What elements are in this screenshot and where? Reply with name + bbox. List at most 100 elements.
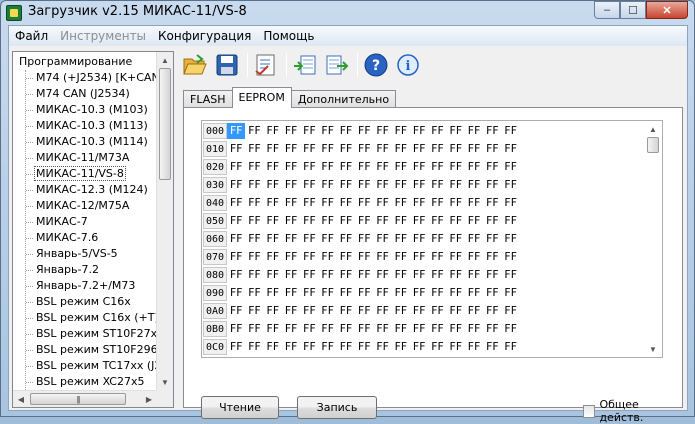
hex-byte-cell[interactable]: FF (282, 339, 300, 355)
hex-byte-cell[interactable]: FF (501, 321, 519, 337)
hex-byte-cell[interactable]: FF (410, 339, 428, 355)
hex-byte-cell[interactable]: FF (447, 267, 465, 283)
hex-byte-cell[interactable]: FF (355, 249, 373, 265)
hex-byte-cell[interactable]: FF (318, 285, 336, 301)
hex-byte-cell[interactable]: FF (264, 123, 282, 139)
hex-byte-cell[interactable]: FF (410, 267, 428, 283)
tab-additional[interactable]: Дополнительно (290, 90, 397, 108)
help-icon[interactable]: ? (362, 51, 390, 79)
tree-item[interactable]: BSL режим ST10F296 (25, 342, 158, 358)
hex-byte-cell[interactable]: FF (264, 339, 282, 355)
hex-byte-cell[interactable]: FF (428, 123, 446, 139)
hex-byte-cell[interactable]: FF (337, 159, 355, 175)
scroll-right-arrow-icon[interactable]: ▶ (141, 391, 157, 407)
hex-byte-cell[interactable]: FF (300, 231, 318, 247)
hex-byte-cell[interactable]: FF (410, 177, 428, 193)
hex-byte-cell[interactable]: FF (245, 123, 263, 139)
info-icon[interactable]: i (394, 51, 422, 79)
hex-byte-cell[interactable]: FF (227, 267, 245, 283)
hex-byte-cell[interactable]: FF (227, 339, 245, 355)
scroll-left-arrow-icon[interactable]: ◀ (13, 391, 29, 407)
hex-byte-cell[interactable]: FF (227, 195, 245, 211)
common-action-checkbox[interactable] (583, 404, 596, 418)
hex-byte-cell[interactable]: FF (483, 249, 501, 265)
hex-byte-cell[interactable]: FF (227, 213, 245, 229)
hex-byte-cell[interactable]: FF (264, 321, 282, 337)
open-folder-icon[interactable] (181, 51, 209, 79)
hex-byte-cell[interactable]: FF (428, 249, 446, 265)
hex-byte-cell[interactable]: FF (245, 267, 263, 283)
tree-item[interactable]: Январь-7.2 (25, 262, 101, 278)
hex-byte-cell[interactable]: FF (447, 123, 465, 139)
hex-byte-cell[interactable]: FF (501, 123, 519, 139)
hex-byte-cell[interactable]: FF (410, 231, 428, 247)
hex-byte-cell[interactable]: FF (501, 267, 519, 283)
hex-byte-cell[interactable]: FF (318, 267, 336, 283)
common-action-option[interactable]: Общее действ. (583, 398, 682, 424)
hex-byte-cell[interactable]: FF (318, 159, 336, 175)
close-button[interactable]: ✕ (646, 1, 688, 19)
hex-byte-cell[interactable]: FF (465, 321, 483, 337)
hex-byte-cell[interactable]: FF (300, 195, 318, 211)
hex-byte-cell[interactable]: FF (392, 177, 410, 193)
hex-byte-cell[interactable]: FF (337, 249, 355, 265)
hex-byte-cell[interactable]: FF (264, 141, 282, 157)
tree-item[interactable]: BSL режим ST10F27x (25, 326, 158, 342)
hex-byte-cell[interactable]: FF (410, 303, 428, 319)
hex-byte-cell[interactable]: FF (428, 339, 446, 355)
hex-byte-cell[interactable]: FF (355, 213, 373, 229)
hex-vertical-scrollbar[interactable]: ▲ ▼ (645, 121, 662, 357)
hex-byte-cell[interactable]: FF (245, 249, 263, 265)
scroll-up-arrow-icon[interactable]: ▲ (645, 121, 661, 137)
tree-item[interactable]: M74 (+J2534) [K+CAN] (25, 70, 158, 86)
hex-byte-cell[interactable]: FF (245, 195, 263, 211)
hex-byte-cell[interactable]: FF (300, 213, 318, 229)
hex-byte-cell[interactable]: FF (245, 321, 263, 337)
menu-tools[interactable]: Инструменты (54, 26, 152, 46)
hex-byte-cell[interactable]: FF (373, 321, 391, 337)
hex-byte-cell[interactable]: FF (318, 177, 336, 193)
hex-byte-cell[interactable]: FF (264, 303, 282, 319)
tree-item[interactable]: Январь-5/VS-5 (25, 246, 120, 262)
tree-item[interactable]: МИКАС-10.3 (M103) (25, 102, 150, 118)
hex-byte-cell[interactable]: FF (501, 285, 519, 301)
tab-flash[interactable]: FLASH (183, 90, 233, 108)
hex-byte-cell[interactable]: FF (282, 177, 300, 193)
hex-byte-cell[interactable]: FF (410, 321, 428, 337)
hex-byte-cell[interactable]: FF (264, 231, 282, 247)
hex-byte-cell[interactable]: FF (373, 339, 391, 355)
hex-byte-cell[interactable]: FF (300, 339, 318, 355)
hex-byte-cell[interactable]: FF (264, 267, 282, 283)
hex-byte-cell[interactable]: FF (428, 195, 446, 211)
tree-item[interactable]: BSL режим XC27x5 (25, 374, 147, 390)
hex-byte-cell[interactable]: FF (227, 249, 245, 265)
hex-byte-cell[interactable]: FF (355, 285, 373, 301)
hex-byte-cell[interactable]: FF (392, 231, 410, 247)
hex-byte-cell[interactable]: FF (447, 231, 465, 247)
hex-byte-cell[interactable]: FF (318, 303, 336, 319)
hex-byte-cell[interactable]: FF (483, 177, 501, 193)
hex-byte-cell[interactable]: FF (483, 231, 501, 247)
menu-file[interactable]: Файл (9, 26, 54, 46)
hex-byte-cell[interactable]: FF (300, 249, 318, 265)
hex-byte-cell[interactable]: FF (355, 231, 373, 247)
hex-byte-cell[interactable]: FF (282, 195, 300, 211)
hex-byte-cell[interactable]: FF (465, 213, 483, 229)
hex-byte-cell[interactable]: FF (300, 303, 318, 319)
hex-byte-cell[interactable]: FF (282, 141, 300, 157)
hex-byte-cell[interactable]: FF (337, 231, 355, 247)
tree-item[interactable]: BSL режим TC17xx (J25 (25, 358, 158, 374)
hex-byte-cell[interactable]: FF (392, 267, 410, 283)
hex-byte-cell[interactable]: FF (392, 339, 410, 355)
hex-byte-cell[interactable]: FF (227, 123, 246, 139)
hex-byte-cell[interactable]: FF (245, 141, 263, 157)
hex-byte-cell[interactable]: FF (428, 213, 446, 229)
hex-byte-cell[interactable]: FF (318, 231, 336, 247)
hex-byte-cell[interactable]: FF (392, 249, 410, 265)
hex-byte-cell[interactable]: FF (483, 159, 501, 175)
hex-byte-cell[interactable]: FF (501, 339, 519, 355)
hex-byte-cell[interactable]: FF (447, 159, 465, 175)
hex-byte-cell[interactable]: FF (392, 213, 410, 229)
hex-byte-cell[interactable]: FF (465, 339, 483, 355)
hex-byte-cell[interactable]: FF (337, 285, 355, 301)
